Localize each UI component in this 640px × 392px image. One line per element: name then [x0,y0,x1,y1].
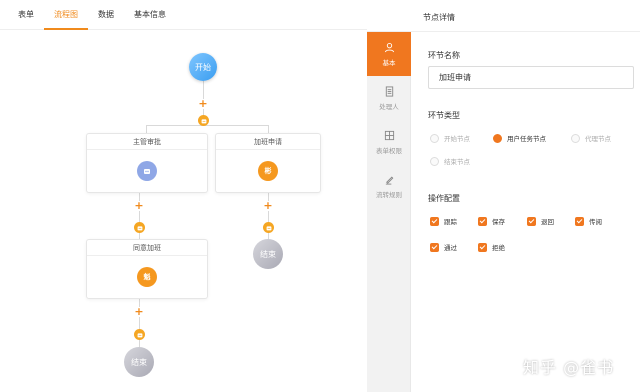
radio-proxy-node[interactable]: 代理节点 [571,133,611,143]
ops-config-label: 操作配置 [428,194,460,203]
add-node-icon[interactable]: + [263,200,273,211]
nav-item-handler[interactable]: 处理人 [367,76,411,120]
nav-label: 处理人 [379,102,399,111]
bot-icon [137,161,157,181]
checkbox-return[interactable]: 退回 [527,216,554,226]
nav-item-flow-rules[interactable]: 流转规则 [367,164,411,208]
radio-label: 开始节点 [444,135,470,143]
top-tab-bar: 表单 流程图 数据 基本信息 [0,0,367,30]
nav-label: 表单权限 [376,146,402,155]
radio-user-task-node[interactable]: 用户任务节点 [493,133,546,143]
nav-item-basic[interactable]: 基本 [367,32,411,76]
radio-label: 用户任务节点 [507,135,546,143]
grid-icon [384,130,394,140]
checkbox-label: 传阅 [589,218,602,226]
user-avatar-icon: 魁 [137,267,157,287]
checkbox-circulate[interactable]: 传阅 [575,216,602,226]
node-name-label: 环节名称 [428,51,460,60]
panel-side-nav: 基本 处理人 表单权限 流转规则 [367,32,411,392]
node-card-agree[interactable]: 同意加班 魁 [86,239,208,299]
checkbox-reject[interactable]: 拒绝 [478,242,505,252]
node-name-input[interactable]: 加班申请 [428,66,634,89]
checkbox-save[interactable]: 保存 [478,216,505,226]
checkbox-label: 退回 [541,218,554,226]
checkbox-label: 保存 [492,218,505,226]
robot-icon[interactable] [263,222,274,233]
add-node-icon[interactable]: + [198,98,208,109]
connector-line [146,125,268,126]
radio-label: 结束节点 [444,158,470,166]
node-title: 加班申请 [216,134,320,150]
robot-icon[interactable] [134,222,145,233]
tab-basic-info[interactable]: 基本信息 [124,0,176,30]
add-node-icon[interactable]: + [134,200,144,211]
radio-label: 代理节点 [585,135,611,143]
nav-label: 基本 [382,58,396,67]
end-node[interactable]: 结束 [124,347,154,377]
panel-content: 环节名称 加班申请 环节类型 开始节点 用户任务节点 代理节点 结束节点 操作配… [411,32,640,392]
nav-item-form-permission[interactable]: 表单权限 [367,120,411,164]
checkbox-label: 通过 [444,244,457,252]
robot-icon[interactable] [134,329,145,340]
radio-start-node[interactable]: 开始节点 [430,133,470,143]
panel-title: 节点详情 [423,13,455,22]
end-node[interactable]: 结束 [253,239,283,269]
start-node[interactable]: 开始 [189,53,217,81]
node-title: 同意加班 [87,240,207,256]
tab-data[interactable]: 数据 [88,0,124,30]
checkbox-label: 跟踪 [444,218,457,226]
radio-end-node[interactable]: 结束节点 [430,156,470,166]
user-avatar-icon: 彬 [258,161,278,181]
node-type-label: 环节类型 [428,111,460,120]
checkbox-label: 拒绝 [492,244,505,252]
node-title: 主管审批 [87,134,207,150]
nav-label: 流转规则 [376,190,402,199]
tab-flowchart[interactable]: 流程图 [44,0,88,30]
robot-icon[interactable] [198,115,209,126]
watermark: 知乎 @雀书 [523,358,615,377]
user-icon [384,42,394,52]
pen-icon [385,176,393,185]
add-node-icon[interactable]: + [134,306,144,317]
tab-form[interactable]: 表单 [8,0,44,30]
checkbox-pass[interactable]: 通过 [430,242,457,252]
document-icon [385,85,393,97]
panel-header [367,0,640,32]
node-card-approve[interactable]: 主管审批 [86,133,208,193]
node-card-overtime[interactable]: 加班申请 彬 [215,133,321,193]
checkbox-track[interactable]: 跟踪 [430,216,457,226]
flow-canvas: 开始 + 主管审批 加班申请 彬 + + 结束 同意加班 魁 + 结束 [0,31,367,392]
